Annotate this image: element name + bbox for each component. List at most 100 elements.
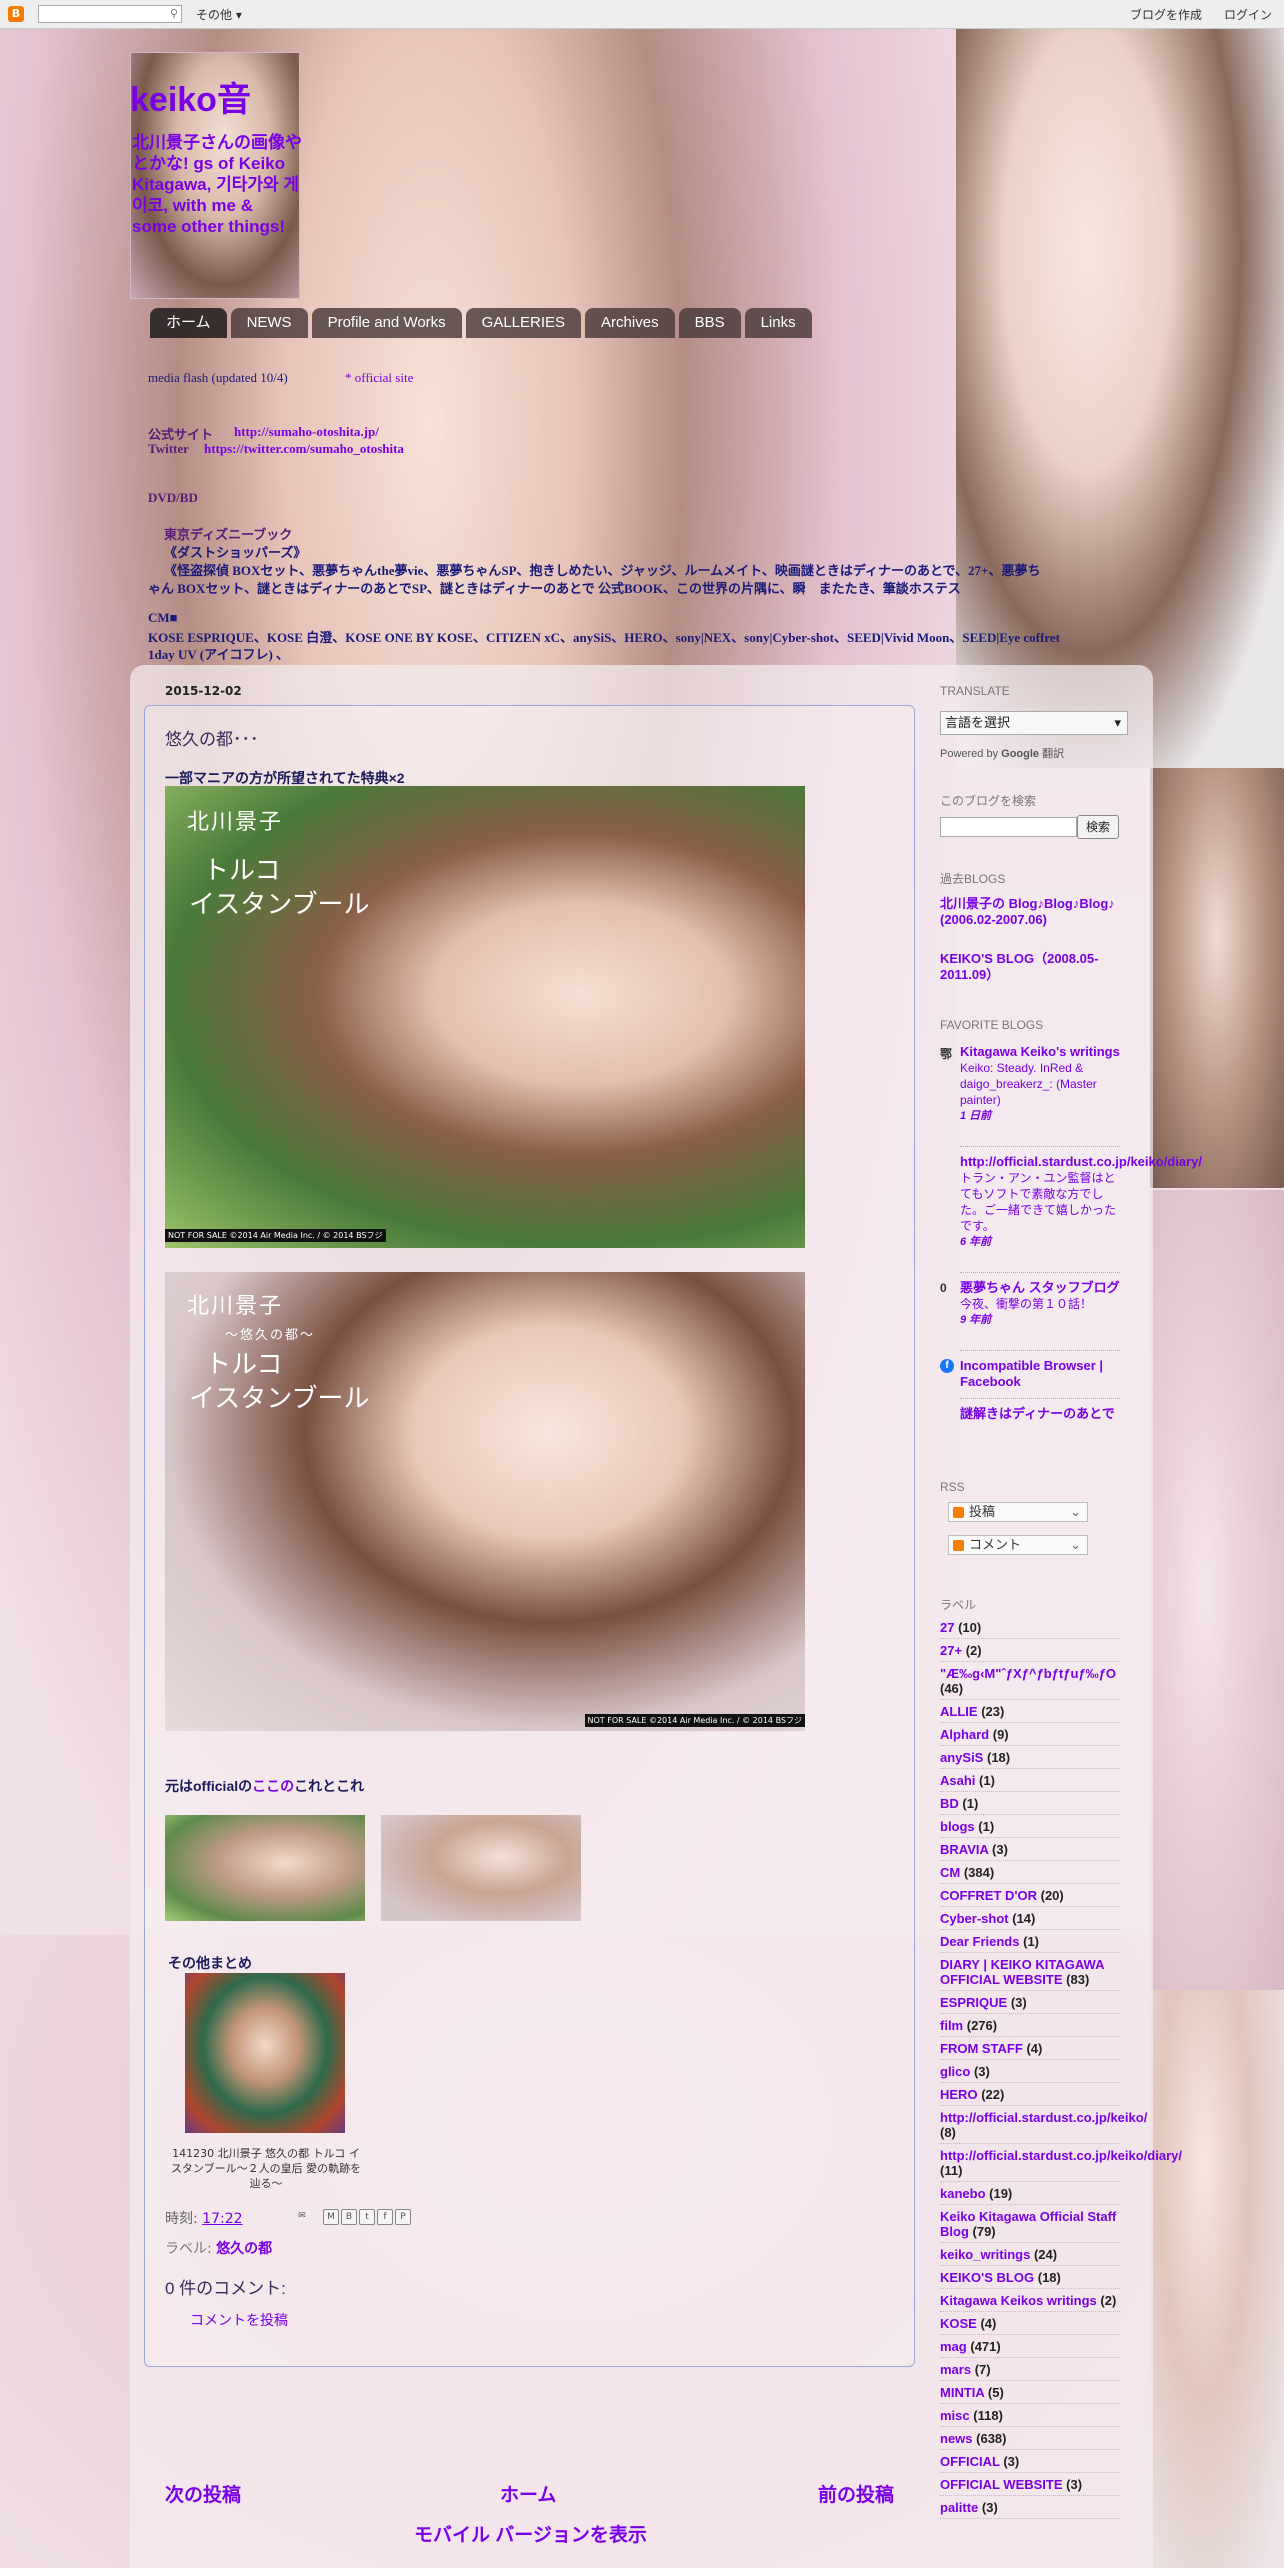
label-item[interactable]: Cyber-shot (14)	[940, 1907, 1120, 1930]
label-item[interactable]: news (638)	[940, 2427, 1120, 2450]
navbar-search-input[interactable]: ⚲	[38, 5, 182, 23]
favorite-blog-snippet[interactable]: 今夜、衝撃の第１０話！	[960, 1296, 1125, 1312]
label-item[interactable]: mag (471)	[940, 2335, 1120, 2358]
tab-bbs[interactable]: BBS	[678, 308, 741, 338]
label-link[interactable]: Kitagawa Keikos writings	[940, 2293, 1097, 2308]
label-item[interactable]: KEIKO'S BLOG (18)	[940, 2266, 1120, 2289]
label-link[interactable]: CM	[940, 1865, 960, 1880]
rss-posts-dropdown[interactable]: 投稿 ⌄	[948, 1502, 1088, 1522]
label-link[interactable]: COFFRET D'OR	[940, 1888, 1037, 1903]
label-link[interactable]: OFFICIAL	[940, 2454, 1000, 2469]
translate-link[interactable]: 翻訳	[1042, 748, 1064, 760]
share-blogger-icon[interactable]: B	[341, 2209, 357, 2225]
favorite-blog-snippet[interactable]: トラン・アン・ユン監督はとてもソフトで素敵な方でした。ご一緒できて嬉しかったです…	[960, 1170, 1125, 1234]
label-item[interactable]: film (276)	[940, 2014, 1120, 2037]
time-link[interactable]: 17:22	[202, 2211, 242, 2227]
blog-search-input[interactable]	[940, 817, 1077, 837]
label-link[interactable]: keiko_writings	[940, 2247, 1030, 2262]
tab-galleries[interactable]: GALLERIES	[465, 308, 582, 338]
older-post-link[interactable]: 前の投稿	[818, 2480, 894, 2507]
favorite-blog-title[interactable]: Incompatible Browser | Facebook	[960, 1358, 1125, 1390]
blog-title[interactable]: keiko音	[130, 72, 251, 121]
label-link[interactable]: 27	[940, 1620, 954, 1635]
label-item[interactable]: BRAVIA (3)	[940, 1838, 1120, 1861]
label-link[interactable]: BRAVIA	[940, 1842, 988, 1857]
label-link[interactable]: FROM STAFF	[940, 2041, 1023, 2056]
label-item[interactable]: OFFICIAL (3)	[940, 2450, 1120, 2473]
site-url-link[interactable]: http://sumaho-otoshita.jp/	[234, 424, 379, 440]
label-item[interactable]: Asahi (1)	[940, 1769, 1120, 1792]
label-link[interactable]: Cyber-shot	[940, 1911, 1009, 1926]
mobile-version-link[interactable]: モバイル バージョンを表示	[414, 2520, 647, 2547]
favorite-blog-title[interactable]: 悪夢ちゃん スタッフブログ	[960, 1280, 1125, 1296]
search-icon[interactable]: ⚲	[170, 7, 178, 20]
label-item[interactable]: 27+ (2)	[940, 1639, 1120, 1662]
label-link[interactable]: http://official.stardust.co.jp/keiko/	[940, 2110, 1147, 2125]
label-item[interactable]: "Æ‰g‹M"ˆƒXƒ^ƒbƒtƒuƒ‰ƒO (46)	[940, 1662, 1120, 1700]
post-photo[interactable]: 北川景子 トルコ イスタンブール NOT FOR SALE ©2014 Air …	[165, 786, 805, 1248]
blog-search-button[interactable]: 検索	[1077, 815, 1119, 839]
label-link[interactable]: ALLIE	[940, 1704, 978, 1719]
label-link[interactable]: Asahi	[940, 1773, 975, 1788]
share-pinterest-icon[interactable]: P	[395, 2209, 411, 2225]
label-link[interactable]: HERO	[940, 2087, 978, 2102]
source-link[interactable]: ここの	[252, 1778, 294, 1794]
label-link[interactable]: MINTIA	[940, 2385, 984, 2400]
past-blog-link[interactable]: 北川景子の Blog♪Blog♪Blog♪ (2006.02-2007.06)	[940, 896, 1120, 928]
label-link[interactable]: "Æ‰g‹M"ˆƒXƒ^ƒbƒtƒuƒ‰ƒO	[940, 1666, 1116, 1681]
label-link[interactable]: KOSE	[940, 2316, 977, 2331]
label-link[interactable]: BD	[940, 1796, 959, 1811]
login-link[interactable]: ログイン	[1224, 6, 1272, 23]
label-item[interactable]: Alphard (9)	[940, 1723, 1120, 1746]
post-title[interactable]: 悠久の都･･･	[165, 725, 259, 750]
label-link[interactable]: 悠久の都	[216, 2241, 272, 2257]
navbar-more-menu[interactable]: その他 ▾	[196, 6, 242, 23]
label-link[interactable]: glico	[940, 2064, 970, 2079]
label-item[interactable]: anySiS (18)	[940, 1746, 1120, 1769]
thumbnail[interactable]	[165, 1815, 365, 1921]
newer-post-link[interactable]: 次の投稿	[165, 2480, 241, 2507]
label-item[interactable]: CM (384)	[940, 1861, 1120, 1884]
twitter-url-link[interactable]: https://twitter.com/sumaho_otoshita	[204, 441, 404, 457]
language-select[interactable]: 言語を選択 ▾	[940, 711, 1128, 735]
official-site-link[interactable]: * official site	[345, 370, 413, 386]
label-item[interactable]: KOSE (4)	[940, 2312, 1120, 2335]
tab-profile[interactable]: Profile and Works	[311, 308, 462, 338]
share-email-icon[interactable]: M	[323, 2209, 339, 2225]
share-twitter-icon[interactable]: t	[359, 2209, 375, 2225]
label-item[interactable]: FROM STAFF (4)	[940, 2037, 1120, 2060]
label-item[interactable]: blogs (1)	[940, 1815, 1120, 1838]
thumbnail[interactable]	[381, 1815, 581, 1921]
label-link[interactable]: film	[940, 2018, 963, 2033]
summary-image[interactable]	[185, 1973, 345, 2133]
label-item[interactable]: MINTIA (5)	[940, 2381, 1120, 2404]
label-link[interactable]: anySiS	[940, 1750, 983, 1765]
label-item[interactable]: ESPRIQUE (3)	[940, 1991, 1120, 2014]
rss-comments-dropdown[interactable]: コメント ⌄	[948, 1535, 1088, 1555]
label-item[interactable]: ALLIE (23)	[940, 1700, 1120, 1723]
label-link[interactable]: 27+	[940, 1643, 962, 1658]
label-link[interactable]: Dear Friends	[940, 1934, 1019, 1949]
label-item[interactable]: palitte (3)	[940, 2496, 1120, 2519]
label-link[interactable]: kanebo	[940, 2186, 986, 2201]
label-item[interactable]: Kitagawa Keikos writings (2)	[940, 2289, 1120, 2312]
label-item[interactable]: Dear Friends (1)	[940, 1930, 1120, 1953]
label-item[interactable]: keiko_writings (24)	[940, 2243, 1120, 2266]
label-item[interactable]: HERO (22)	[940, 2083, 1120, 2106]
label-link[interactable]: news	[940, 2431, 973, 2446]
label-item[interactable]: BD (1)	[940, 1792, 1120, 1815]
blogger-logo-icon[interactable]: B	[8, 6, 24, 22]
favorite-blog-snippet[interactable]: Keiko: Steady. InRed & daigo_breakerz_: …	[960, 1060, 1125, 1108]
label-item[interactable]: glico (3)	[940, 2060, 1120, 2083]
label-link[interactable]: mars	[940, 2362, 971, 2377]
share-facebook-icon[interactable]: f	[377, 2209, 393, 2225]
label-link[interactable]: OFFICIAL WEBSITE	[940, 2477, 1063, 2492]
label-item[interactable]: http://official.stardust.co.jp/keiko/ (8…	[940, 2106, 1147, 2144]
tab-links[interactable]: Links	[744, 308, 812, 338]
home-link[interactable]: ホーム	[500, 2480, 556, 2507]
label-item[interactable]: OFFICIAL WEBSITE (3)	[940, 2473, 1120, 2496]
label-item[interactable]: 27 (10)	[940, 1616, 1120, 1639]
past-blog-link[interactable]: KEIKO'S BLOG（2008.05-2011.09）	[940, 951, 1120, 983]
label-link[interactable]: misc	[940, 2408, 970, 2423]
create-blog-link[interactable]: ブログを作成	[1130, 6, 1202, 23]
